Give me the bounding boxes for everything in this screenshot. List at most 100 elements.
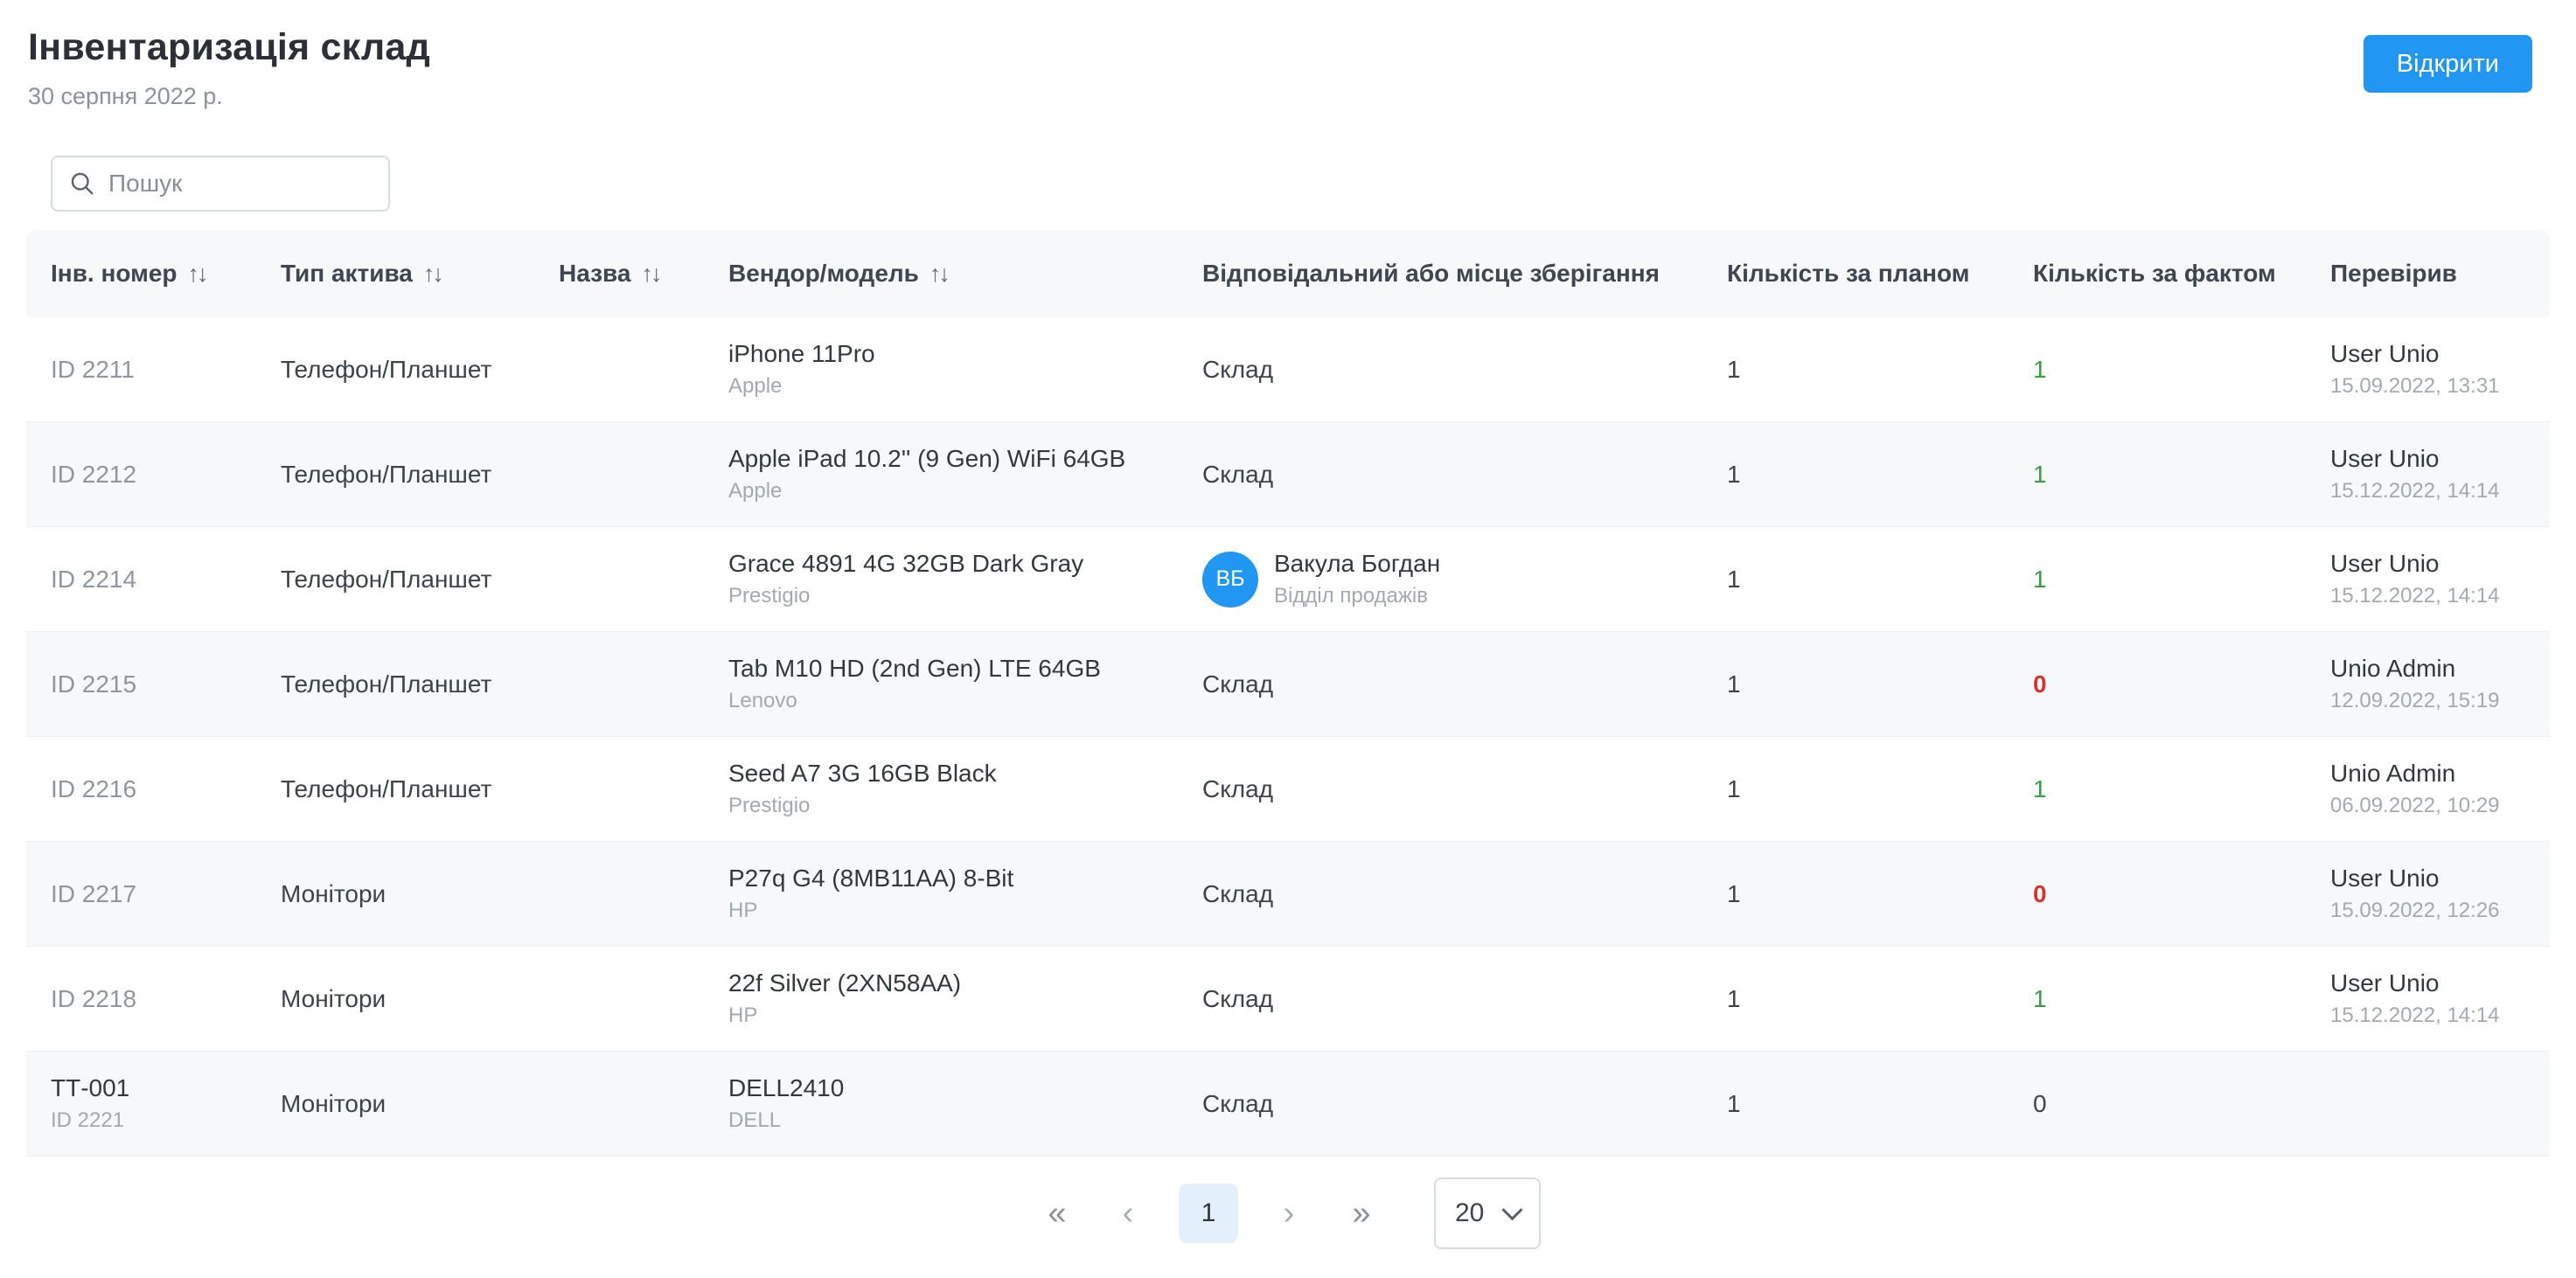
cell-vendor-model: DELL2410 DELL: [704, 1074, 1178, 1133]
table-row[interactable]: ID 2214 Телефон/Планшет Grace 4891 4G 32GB…: [26, 527, 2550, 632]
checked-by-name: Unio Admin: [2330, 760, 2456, 787]
cell-vendor-model: iPhone 11Pro Apple: [704, 340, 1178, 399]
vendor-label: Apple: [728, 374, 783, 398]
table-row[interactable]: ID 2212 Телефон/Планшет Apple iPad 10.2'' …: [26, 422, 2550, 527]
cell-qty-fact: 0: [2009, 1090, 2306, 1118]
pagination-next-button[interactable]: ›: [1268, 1192, 1310, 1234]
checked-at: 15.09.2022, 13:31: [2330, 374, 2500, 398]
model-label: P27q G4 (8MB11AA) 8-Bit: [728, 865, 1014, 892]
vendor-label: Prestigio: [728, 584, 811, 608]
cell-checked-by: User Unio 15.09.2022, 12:26: [2306, 865, 2550, 923]
asset-type-label: Монітори: [281, 984, 386, 1012]
table-header-row: Інв. номер ↑↓ Тип актива ↑↓ Назва ↑↓ Вен…: [26, 230, 2550, 317]
page-size-select[interactable]: 20: [1434, 1177, 1541, 1249]
avatar: ВБ: [1202, 551, 1258, 608]
search-input[interactable]: [108, 170, 372, 198]
table-body: ID 2211 Телефон/Планшет iPhone 11Pro Apple С…: [26, 317, 2550, 1156]
column-header-asset-type[interactable]: Тип актива ↑↓: [256, 260, 534, 288]
table-row[interactable]: ID 2216 Телефон/Планшет Seed A7 3G 16GB Bl…: [26, 737, 2550, 842]
model-label: 22f Silver (2XN58AA): [728, 969, 962, 997]
inv-number-primary: ID 2215: [51, 670, 137, 698]
inv-number-primary: ID 2218: [51, 984, 137, 1012]
inv-number-secondary: ID 2221: [51, 1108, 125, 1132]
checked-at: 15.12.2022, 14:14: [2330, 584, 2500, 608]
pagination-first-button[interactable]: «: [1035, 1192, 1077, 1234]
pagination-last-button[interactable]: »: [1340, 1192, 1382, 1234]
cell-qty-plan: 1: [1702, 1090, 2009, 1118]
column-label: Відповідальний або місце зберігання: [1202, 260, 1660, 287]
pagination-prev-button[interactable]: ‹: [1107, 1192, 1149, 1234]
column-header-name[interactable]: Назва ↑↓: [534, 260, 704, 288]
cell-qty-fact: 0: [2009, 880, 2306, 908]
column-label: Назва: [559, 260, 631, 287]
cell-vendor-model: Grace 4891 4G 32GB Dark Gray Prestigio: [704, 550, 1178, 608]
asset-type-label: Телефон/Планшет: [281, 355, 492, 383]
vendor-label: HP: [728, 899, 758, 922]
cell-asset-type: Телефон/Планшет: [256, 775, 534, 803]
cell-responsible: Склад: [1178, 1090, 1702, 1118]
table-row[interactable]: ТТ-001 ID 2221 Монітори DELL2410 DELL Склад 1 0: [26, 1052, 2550, 1156]
page-date: 30 серпня 2022 р.: [28, 83, 223, 109]
asset-type-label: Телефон/Планшет: [281, 774, 492, 802]
table-row[interactable]: ID 2215 Телефон/Планшет Tab M10 HD (2nd Ge…: [26, 632, 2550, 737]
page-title: Інвентаризація склад: [28, 26, 430, 68]
model-label: Apple iPad 10.2'' (9 Gen) WiFi 64GB: [728, 445, 1126, 472]
qty-plan-value: 1: [1727, 460, 1741, 488]
cell-inv-number: ID 2218: [26, 985, 256, 1013]
column-label: Інв. номер: [51, 260, 178, 287]
storage-place-label: Склад: [1202, 1089, 1274, 1117]
open-button[interactable]: Відкрити: [2363, 35, 2532, 93]
qty-plan-value: 1: [1727, 565, 1741, 593]
cell-qty-plan: 1: [1702, 461, 2009, 489]
storage-place-label: Склад: [1202, 879, 1274, 907]
cell-asset-type: Монітори: [256, 985, 534, 1013]
qty-fact-value: 1: [2033, 355, 2047, 383]
cell-qty-plan: 1: [1702, 670, 2009, 698]
cell-responsible: Склад: [1178, 461, 1702, 489]
cell-asset-type: Монітори: [256, 880, 534, 908]
cell-qty-fact: 1: [2009, 775, 2306, 803]
inv-number-primary: ID 2217: [51, 879, 137, 907]
inv-number-primary: ID 2214: [51, 565, 137, 593]
inv-number-primary: ID 2212: [51, 460, 137, 488]
column-label: Тип актива: [281, 260, 413, 287]
model-label: Tab M10 HD (2nd Gen) LTE 64GB: [728, 655, 1101, 682]
pagination-current-page[interactable]: 1: [1179, 1184, 1238, 1243]
cell-qty-plan: 1: [1702, 356, 2009, 384]
column-header-vendor-model[interactable]: Вендор/модель ↑↓: [704, 260, 1178, 288]
cell-inv-number: ТТ-001 ID 2221: [26, 1074, 256, 1133]
qty-fact-value: 1: [2033, 774, 2047, 802]
column-header-qty-fact: Кількість за фактом: [2009, 260, 2306, 288]
inventory-table: Інв. номер ↑↓ Тип актива ↑↓ Назва ↑↓ Вен…: [26, 230, 2550, 1156]
column-header-inv-number[interactable]: Інв. номер ↑↓: [26, 260, 256, 288]
sort-icon: ↑↓: [187, 260, 209, 287]
chevron-down-icon: [1501, 1198, 1523, 1220]
cell-checked-by: User Unio 15.09.2022, 13:31: [2306, 340, 2550, 399]
table-row[interactable]: ID 2217 Монітори P27q G4 (8MB11AA) 8-Bit HP…: [26, 842, 2550, 947]
column-header-checked-by: Перевірив: [2306, 260, 2550, 288]
cell-inv-number: ID 2217: [26, 880, 256, 908]
table-row[interactable]: ID 2211 Телефон/Планшет iPhone 11Pro Apple С…: [26, 317, 2550, 422]
cell-qty-fact: 1: [2009, 461, 2306, 489]
model-label: Seed A7 3G 16GB Black: [728, 760, 997, 787]
cell-responsible: Склад: [1178, 985, 1702, 1013]
search-box[interactable]: [51, 156, 390, 212]
cell-inv-number: ID 2212: [26, 461, 256, 489]
table-row[interactable]: ID 2218 Монітори 22f Silver (2XN58AA) HP Скл…: [26, 947, 2550, 1052]
storage-place-label: Склад: [1202, 355, 1274, 383]
title-block: Інвентаризація склад 30 серпня 2022 р.: [28, 26, 430, 110]
qty-fact-value: 1: [2033, 984, 2047, 1012]
column-label: Вендор/модель: [728, 260, 919, 287]
cell-qty-fact: 1: [2009, 356, 2306, 384]
cell-qty-fact: 0: [2009, 670, 2306, 698]
qty-fact-value: 0: [2033, 670, 2047, 698]
cell-vendor-model: Seed A7 3G 16GB Black Prestigio: [704, 760, 1178, 818]
cell-checked-by: User Unio 15.12.2022, 14:14: [2306, 969, 2550, 1028]
cell-checked-by: Unio Admin 06.09.2022, 10:29: [2306, 760, 2550, 818]
column-label: Кількість за фактом: [2033, 260, 2276, 287]
cell-vendor-model: P27q G4 (8MB11AA) 8-Bit HP: [704, 865, 1178, 923]
cell-qty-plan: 1: [1702, 985, 2009, 1013]
checked-at: 15.09.2022, 12:26: [2330, 899, 2500, 922]
qty-fact-value: 1: [2033, 565, 2047, 593]
responsible-department: Відділ продажів: [1274, 584, 1429, 608]
